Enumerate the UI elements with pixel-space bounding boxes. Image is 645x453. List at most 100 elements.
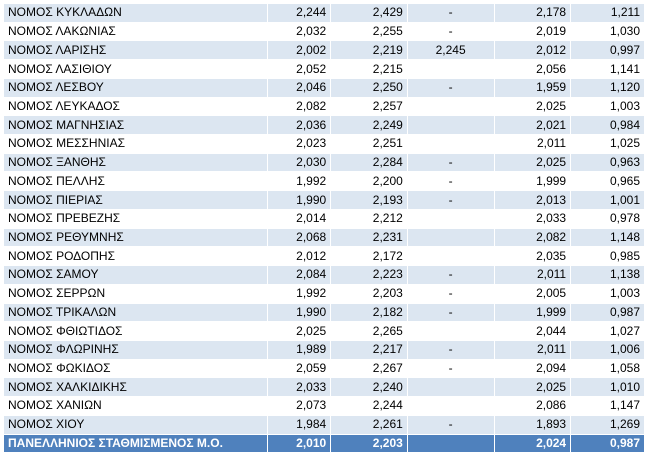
value-cell-4: 2,044 — [493, 321, 572, 341]
prefecture-cell: ΝΟΜΟΣ ΦΩΚΙΔΟΣ — [2, 358, 269, 379]
table-row: ΝΟΜΟΣ ΣΕΡΡΩΝ 1,992 2,203-2,005 1,003 — [2, 283, 645, 304]
table-row: ΝΟΜΟΣ ΤΡΙΚΑΛΩΝ 1,990 2,182-1,999 0,987 — [2, 302, 645, 323]
value-cell-5: 1,120 — [570, 77, 645, 98]
value-cell-5: 1,269 — [570, 414, 645, 435]
table-row: ΝΟΜΟΣ ΣΑΜΟΥ 2,084 2,223-2,011 1,138 — [2, 265, 645, 285]
prefecture-cell: ΝΟΜΟΣ ΛΕΥΚΑΔΟΣ — [2, 96, 269, 117]
value-cell-1: 2,036 — [267, 115, 332, 136]
value-cell-5: 1,058 — [570, 358, 645, 379]
value-cell-1: 2,012 — [267, 246, 332, 267]
value-cell-1: 1,990 — [267, 302, 332, 323]
prefecture-cell: ΝΟΜΟΣ ΛΑΣΙΘΙΟΥ — [2, 59, 269, 79]
prefecture-cell: ΝΟΜΟΣ ΛΕΣΒΟΥ — [2, 77, 269, 98]
table-row: ΝΟΜΟΣ ΠΙΕΡΙΑΣ 1,990 2,193-2,013 1,001 — [2, 190, 645, 210]
value-cell-4: 1,959 — [493, 77, 572, 98]
value-cell-4: 2,013 — [493, 190, 572, 210]
value-cell-1: 2,032 — [267, 21, 332, 42]
prefecture-cell: ΝΟΜΟΣ ΠΡΕΒΕΖΗΣ — [2, 208, 269, 229]
value-cell-1: 1,992 — [267, 171, 332, 192]
value-cell-3: - — [406, 265, 495, 285]
value-cell-2: 2,182 — [330, 302, 408, 323]
value-cell-1: 2,046 — [267, 77, 332, 98]
value-cell-2: 2,172 — [330, 246, 408, 267]
prefecture-cell: ΝΟΜΟΣ ΣΕΡΡΩΝ — [2, 283, 269, 304]
value-cell-2: 2,203 — [330, 283, 408, 304]
value-cell-4: 2,082 — [493, 227, 572, 248]
value-cell-5: 0,985 — [570, 246, 645, 267]
value-cell-1: 2,014 — [267, 208, 332, 229]
value-cell-3: 2,245 — [406, 40, 495, 61]
table-row: ΝΟΜΟΣ ΛΑΚΩΝΙΑΣ 2,032 2,255-2,019 1,030 — [2, 21, 645, 42]
value-cell-5: 0,978 — [570, 208, 645, 229]
table-row: ΝΟΜΟΣ ΞΑΝΘΗΣ 2,030 2,284-2,025 0,963 — [2, 152, 645, 173]
table-row: ΝΟΜΟΣ ΠΡΕΒΕΖΗΣ 2,014 2,212 2,033 0,978 — [2, 208, 645, 229]
value-cell-5: 1,148 — [570, 227, 645, 248]
value-cell-1: 2,059 — [267, 358, 332, 379]
value-cell-3 — [406, 246, 495, 267]
prefecture-cell: ΝΟΜΟΣ ΧΑΛΚΙΔΙΚΗΣ — [2, 377, 269, 398]
value-cell-5: 0,965 — [570, 171, 645, 192]
value-cell-3: - — [406, 283, 495, 304]
table-row: ΝΟΜΟΣ ΦΘΙΩΤΙΔΟΣ 2,025 2,265 2,044 1,027 — [2, 321, 645, 341]
prefecture-cell: ΝΟΜΟΣ ΜΑΓΝΗΣΙΑΣ — [2, 115, 269, 136]
value-cell-1: 2,052 — [267, 59, 332, 79]
value-cell-5: 1,003 — [570, 283, 645, 304]
prefecture-cell: ΝΟΜΟΣ ΛΑΡΙΣΗΣ — [2, 40, 269, 61]
prefecture-cell: ΝΟΜΟΣ ΜΕΣΣΗΝΙΑΣ — [2, 134, 269, 154]
prefecture-cell: ΝΟΜΟΣ ΞΑΝΘΗΣ — [2, 152, 269, 173]
value-cell-4: 2,021 — [493, 115, 572, 136]
value-cell-4: 2,025 — [493, 377, 572, 398]
value-cell-4: 2,012 — [493, 40, 572, 61]
prefecture-cell: ΝΟΜΟΣ ΛΑΚΩΝΙΑΣ — [2, 21, 269, 42]
value-cell-5: 1,147 — [570, 396, 645, 416]
value-cell-4: 2,019 — [493, 21, 572, 42]
value-cell-2: 2,219 — [330, 40, 408, 61]
value-cell-5: 1,027 — [570, 321, 645, 341]
prefecture-cell: ΝΟΜΟΣ ΦΘΙΩΤΙΔΟΣ — [2, 321, 269, 341]
value-cell-1: 1,992 — [267, 283, 332, 304]
value-cell-2: 2,249 — [330, 115, 408, 136]
table-row: ΝΟΜΟΣ ΠΕΛΛΗΣ 1,992 2,200-1,999 0,965 — [2, 171, 645, 192]
value-cell-1: 2,033 — [267, 377, 332, 398]
value-cell-3 — [406, 396, 495, 416]
prefecture-cell: ΝΟΜΟΣ ΡΕΘΥΜΝΗΣ — [2, 227, 269, 248]
table-row: ΝΟΜΟΣ ΧΙΟΥ 1,984 2,261-1,893 1,269 — [2, 414, 645, 435]
table-row: ΝΟΜΟΣ ΛΑΡΙΣΗΣ 2,002 2,219 2,245 2,012 0,997 — [2, 40, 645, 61]
value-cell-4: 2,056 — [493, 59, 572, 79]
value-cell-3 — [406, 227, 495, 248]
value-cell-2: 2,212 — [330, 208, 408, 229]
fuel-price-table: ΝΟΜΟΣ ΚΥΚΛΑΔΩΝ 2,244 2,429-2,178 1,211 ΝΟΜΟΣ… — [2, 3, 645, 453]
table-row: ΝΟΜΟΣ ΦΩΚΙΔΟΣ 2,059 2,267-2,094 1,058 — [2, 358, 645, 379]
value-cell-4: 2,035 — [493, 246, 572, 267]
value-cell-5: 0,984 — [570, 115, 645, 136]
value-cell-1: 1,990 — [267, 190, 332, 210]
prefecture-cell: ΝΟΜΟΣ ΠΙΕΡΙΑΣ — [2, 190, 269, 210]
value-cell-1: 2,244 — [267, 3, 332, 23]
value-cell-4: 2,005 — [493, 283, 572, 304]
table-row: ΝΟΜΟΣ ΦΛΩΡΙΝΗΣ 1,989 2,217-2,011 1,006 — [2, 339, 645, 360]
value-cell-2: 2,215 — [330, 59, 408, 79]
table-row: ΝΟΜΟΣ ΧΑΝΙΩΝ 2,073 2,244 2,086 1,147 — [2, 396, 645, 416]
value-cell-2: 2,244 — [330, 396, 408, 416]
table-row: ΝΟΜΟΣ ΛΕΣΒΟΥ 2,046 2,250-1,959 1,120 — [2, 77, 645, 98]
table-row: ΝΟΜΟΣ ΧΑΛΚΙΔΙΚΗΣ 2,033 2,240 2,025 1,010 — [2, 377, 645, 398]
value-cell-3: - — [406, 77, 495, 98]
table-row: ΝΟΜΟΣ ΚΥΚΛΑΔΩΝ 2,244 2,429-2,178 1,211 — [2, 3, 645, 23]
value-cell-5: 1,010 — [570, 377, 645, 398]
value-cell-5: 0,987 — [570, 302, 645, 323]
value-cell-5: 1,030 — [570, 21, 645, 42]
value-cell-5: 1,006 — [570, 339, 645, 360]
prefecture-cell: ΝΟΜΟΣ ΡΟΔΟΠΗΣ — [2, 246, 269, 267]
value-cell-1: 2,082 — [267, 96, 332, 117]
value-cell-2: 2,240 — [330, 377, 408, 398]
value-cell-5: 1,141 — [570, 59, 645, 79]
value-cell-1: 2,023 — [267, 134, 332, 154]
value-cell-4: 2,011 — [493, 265, 572, 285]
value-cell-1: 2,073 — [267, 396, 332, 416]
prefecture-cell: ΝΟΜΟΣ ΣΑΜΟΥ — [2, 265, 269, 285]
value-cell-1: 2,025 — [267, 321, 332, 341]
value-cell-4: 2,025 — [493, 96, 572, 117]
prefecture-cell: ΝΟΜΟΣ ΠΕΛΛΗΣ — [2, 171, 269, 192]
table-row: ΝΟΜΟΣ ΛΑΣΙΘΙΟΥ 2,052 2,215 2,056 1,141 — [2, 59, 645, 79]
prefecture-cell: ΝΟΜΟΣ ΦΛΩΡΙΝΗΣ — [2, 339, 269, 360]
